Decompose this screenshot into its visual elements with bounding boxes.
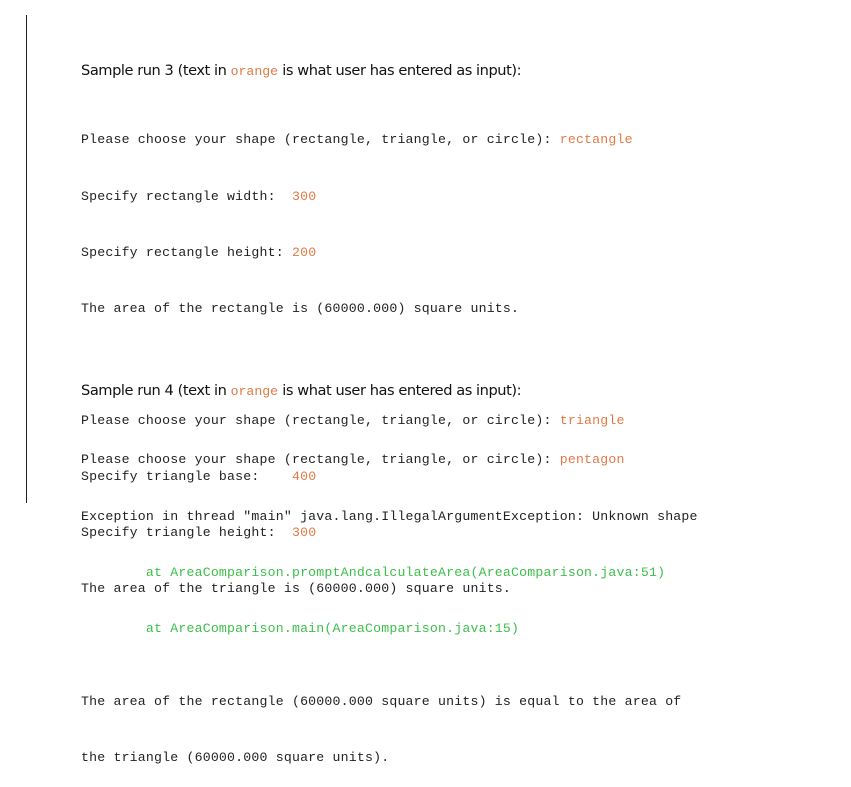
stack-trace-line: at AreaComparison.main(AreaComparison.ja… (81, 620, 520, 636)
stack-trace-line: at AreaComparison.promptAndcalculateArea… (81, 564, 666, 580)
console-line: Specify rectangle height: 200 (81, 244, 681, 263)
heading-text: Sample run 3 (text in (81, 62, 231, 79)
console-line: Please choose your shape (rectangle, tri… (81, 451, 698, 470)
prompt-text: Please choose your shape (rectangle, tri… (81, 452, 560, 468)
sample-run-4-heading: Sample run 4 (text in orange is what use… (81, 382, 521, 399)
user-input: 200 (291, 244, 317, 260)
user-input: 300 (291, 188, 317, 204)
output-text: The area of the rectangle (60000.000 squ… (81, 694, 682, 710)
sample-run-3-heading: Sample run 3 (text in orange is what use… (81, 62, 521, 79)
heading-highlight: orange (230, 64, 279, 79)
console-line: The area of the rectangle is (60000.000)… (81, 300, 681, 319)
prompt-text: Specify rectangle width: (81, 188, 292, 204)
heading-text: Sample run 4 (text in (81, 382, 231, 399)
console-line: Specify rectangle width: 300 (81, 188, 681, 207)
heading-text: is what user has entered as input): (278, 382, 522, 399)
heading-highlight: orange (230, 384, 279, 399)
sample-run-4-output: Please choose your shape (rectangle, tri… (81, 414, 698, 657)
heading-text: is what user has entered as input): (278, 62, 522, 79)
output-text: The area of the rectangle is (60000.000)… (81, 300, 520, 316)
console-line: the triangle (60000.000 square units). (81, 749, 681, 768)
prompt-text: Please choose your shape (rectangle, tri… (81, 132, 560, 148)
user-input: rectangle (559, 132, 633, 148)
console-line: Exception in thread "main" java.lang.Ill… (81, 508, 698, 527)
prompt-text: Specify rectangle height: (81, 244, 292, 260)
console-line: The area of the rectangle (60000.000 squ… (81, 693, 681, 712)
console-line: Please choose your shape (rectangle, tri… (81, 131, 681, 150)
user-input: pentagon (559, 452, 625, 468)
exception-text: Exception in thread "main" java.lang.Ill… (81, 508, 698, 524)
left-margin-rule (26, 15, 27, 503)
output-text: the triangle (60000.000 square units). (81, 750, 390, 766)
